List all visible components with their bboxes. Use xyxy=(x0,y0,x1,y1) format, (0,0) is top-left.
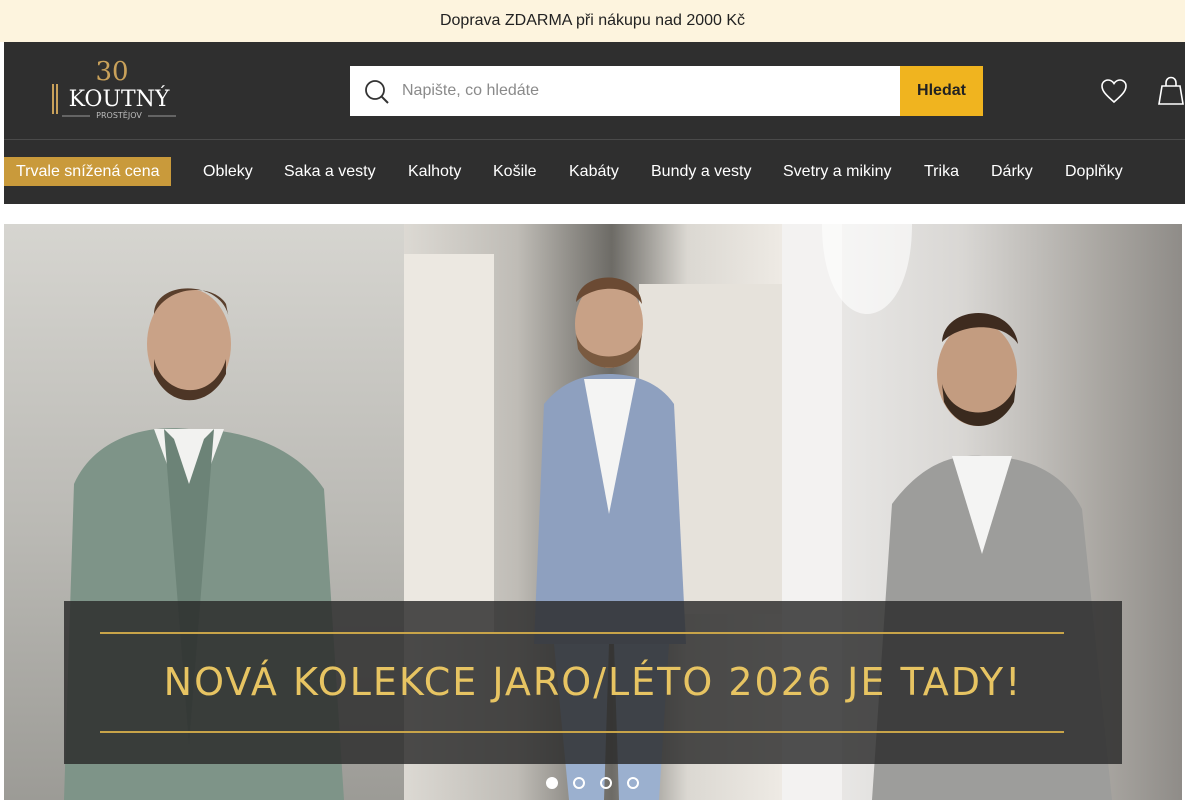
nav-item-kalhoty[interactable]: Kalhoty xyxy=(408,157,461,186)
nav-item-sale[interactable]: Trvale snížená cena xyxy=(4,157,172,186)
hero-headline: NOVÁ KOLEKCE JARO/LÉTO 2026 JE TADY! xyxy=(163,660,1023,704)
hero-banner[interactable]: NOVÁ KOLEKCE JARO/LÉTO 2026 JE TADY! xyxy=(64,601,1122,764)
slider-dot-4[interactable] xyxy=(627,777,639,789)
nav-item-kosile[interactable]: Košile xyxy=(493,157,537,186)
search-button[interactable]: Hledat xyxy=(900,66,983,116)
search-bar: Hledat xyxy=(350,66,983,116)
logo-number: 30 xyxy=(95,57,128,87)
chevron-right-icon[interactable] xyxy=(1159,157,1173,186)
nav-item-obleky[interactable]: Obleky xyxy=(203,157,253,186)
nav-item-bundy[interactable]: Bundy a vesty xyxy=(651,157,752,186)
heart-icon[interactable] xyxy=(1100,78,1128,104)
banner-line-bottom xyxy=(100,731,1064,733)
nav-item-darky[interactable]: Dárky xyxy=(991,157,1033,186)
site-header: 30 KOUTNÝ PROSTĚJOV Hledat T xyxy=(4,42,1185,204)
logo-graphic: 30 KOUTNÝ PROSTĚJOV xyxy=(52,57,176,120)
brand-logo[interactable]: 30 KOUTNÝ PROSTĚJOV xyxy=(50,56,180,120)
hero-slider[interactable]: NOVÁ KOLEKCE JARO/LÉTO 2026 JE TADY! xyxy=(4,224,1182,800)
shopping-bag-icon[interactable] xyxy=(1158,76,1184,106)
promo-bar: Doprava ZDARMA při nákupu nad 2000 Kč xyxy=(0,0,1185,42)
nav-item-kabaty[interactable]: Kabáty xyxy=(569,157,619,186)
main-nav: Trvale snížená cena Obleky Saka a vesty … xyxy=(4,140,1185,204)
slider-dot-3[interactable] xyxy=(600,777,612,789)
nav-item-saka[interactable]: Saka a vesty xyxy=(284,157,376,186)
search-icon[interactable] xyxy=(364,79,390,105)
nav-item-trika[interactable]: Trika xyxy=(924,157,959,186)
logo-city: PROSTĚJOV xyxy=(96,109,142,120)
nav-item-doplnky[interactable]: Doplňky xyxy=(1065,157,1123,186)
slider-pagination xyxy=(542,777,642,791)
close-icon[interactable] xyxy=(1150,12,1168,30)
nav-item-svetry[interactable]: Svetry a mikiny xyxy=(783,157,891,186)
slider-dot-1[interactable] xyxy=(546,777,558,789)
search-input[interactable] xyxy=(402,66,898,116)
slider-dot-2[interactable] xyxy=(573,777,585,789)
promo-text: Doprava ZDARMA při nákupu nad 2000 Kč xyxy=(439,12,746,29)
logo-name: KOUTNÝ xyxy=(69,85,170,112)
